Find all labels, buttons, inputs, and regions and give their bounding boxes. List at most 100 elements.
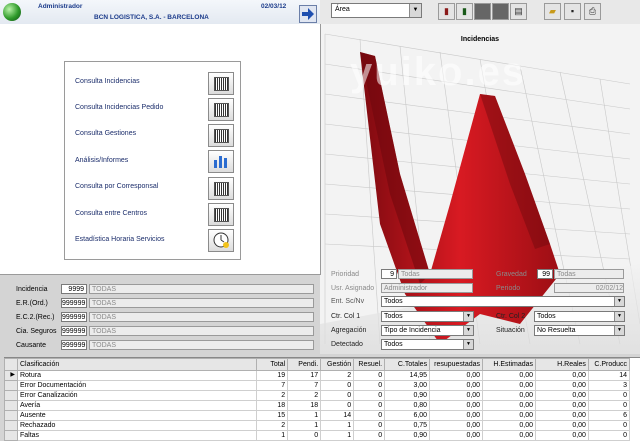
situacion-select[interactable]: No Resuelta ▼ xyxy=(534,325,625,336)
forward-arrow-button[interactable] xyxy=(299,5,317,23)
filter-label: Causante xyxy=(16,342,46,349)
toolbar-blank-button-1[interactable] xyxy=(474,3,491,20)
save-button[interactable]: ▪ xyxy=(564,3,581,20)
table-row[interactable]: Faltas 1 0 1 0 0,90 0,00 0,00 0,00 0 xyxy=(4,430,631,441)
menu-item-analisis-informes[interactable]: Análisis/Informes xyxy=(75,157,128,164)
column-header[interactable]: H.Reales xyxy=(535,358,589,371)
table-cell: 14 xyxy=(587,370,631,381)
table-cell: 0,00 xyxy=(482,390,537,401)
table-cell: 0 xyxy=(587,420,631,431)
filter-code[interactable]: 999999 xyxy=(61,326,87,336)
barcode-icon xyxy=(214,129,229,143)
current-row-indicator-icon: ▶ xyxy=(4,370,18,381)
detectado-select[interactable]: Todos ▼ xyxy=(381,339,474,350)
table-cell: 2 xyxy=(287,390,322,401)
table-row[interactable]: Error Documentación 7 7 0 0 3,00 0,00 0,00 0,00 3 xyxy=(4,380,631,391)
column-header[interactable]: Gestión xyxy=(320,358,355,371)
menu-button-consulta-gestiones[interactable] xyxy=(208,124,234,147)
barcode-icon xyxy=(214,103,229,117)
table-cell: 0,80 xyxy=(384,400,431,411)
chart-title: Incidencias xyxy=(461,36,499,43)
periodo-value[interactable]: 02/02/12 xyxy=(554,283,624,293)
menu-item-consulta-incidencias[interactable]: Consulta Incidencias xyxy=(75,78,140,85)
consultas-popup: Consulta Incidencias Consulta Incidencia… xyxy=(0,24,321,275)
table-cell: 0,00 xyxy=(429,370,484,381)
table-cell: 0,90 xyxy=(384,390,431,401)
header-company: BCN LOGISTICA, S.A. - BARCELONA xyxy=(94,14,209,21)
filter-desc: TODAS xyxy=(89,340,314,350)
printer-icon: ⎙ xyxy=(588,6,597,16)
chevron-down-icon: ▼ xyxy=(463,326,473,335)
table-cell: 6,00 xyxy=(384,410,431,421)
column-header[interactable]: Clasificación xyxy=(16,358,258,371)
periodo-label: Periodo xyxy=(496,285,521,292)
prioridad-code[interactable]: 9 xyxy=(381,269,397,279)
menu-button-analisis-informes[interactable] xyxy=(208,150,234,173)
menu-button-consulta-entre-centros[interactable] xyxy=(208,203,234,226)
situacion-select-value: No Resuelta xyxy=(537,327,576,334)
open-folder-button[interactable]: ▰ xyxy=(544,3,561,20)
filter-code[interactable]: 999999 xyxy=(61,312,87,322)
ctrcol2-label: Ctr. Col 2 xyxy=(496,313,526,320)
area-select[interactable]: Área ▼ xyxy=(331,3,422,18)
filter-code[interactable]: 999999 xyxy=(61,298,87,308)
bar-chart-icon: ▮ xyxy=(444,6,449,16)
table-cell: 0,00 xyxy=(429,410,484,421)
column-header[interactable]: resupuestadas xyxy=(429,358,484,371)
menu-item-consulta-entre-centros[interactable]: Consulta entre Centros xyxy=(75,210,147,217)
menu-button-consulta-corresponsal[interactable] xyxy=(208,177,234,200)
column-header[interactable]: Pendi. xyxy=(287,358,322,371)
table-cell: 0,00 xyxy=(482,410,537,421)
report-button[interactable]: ▤ xyxy=(510,3,527,20)
chart-type-button-2[interactable]: ▮ xyxy=(456,3,473,20)
table-cell: 6 xyxy=(587,410,631,421)
column-header[interactable]: Resuel. xyxy=(353,358,386,371)
column-header[interactable]: H.Estimadas xyxy=(482,358,537,371)
menu-item-consulta-corresponsal[interactable]: Consulta por Corresponsal xyxy=(75,183,158,190)
table-cell: Faltas xyxy=(16,430,258,441)
report-icon: ▤ xyxy=(514,6,523,16)
toolbar-blank-button-2[interactable] xyxy=(492,3,509,20)
ent-label: Ent. Sc/Nv xyxy=(331,298,365,305)
filter-code[interactable]: 9999 xyxy=(61,284,87,294)
row-indicator xyxy=(4,430,18,441)
table-row[interactable]: Rechazado 2 1 1 0 0,75 0,00 0,00 0,00 0 xyxy=(4,420,631,431)
table-cell: 0 xyxy=(320,380,355,391)
chart-type-button-1[interactable]: ▮ xyxy=(438,3,455,20)
menu-button-consulta-incidencias-pedido[interactable] xyxy=(208,98,234,121)
barcode-icon xyxy=(214,208,229,222)
column-header[interactable]: C.Producc xyxy=(587,358,631,371)
gravedad-code[interactable]: 99 xyxy=(537,269,553,279)
table-cell: 0,00 xyxy=(535,410,589,421)
table-cell: 0,00 xyxy=(535,420,589,431)
ctrcol1-select[interactable]: Todos ▼ xyxy=(381,311,474,322)
table-cell: Rechazado xyxy=(16,420,258,431)
menu-button-estadistica-horaria[interactable] xyxy=(208,229,234,252)
ctrcol2-select[interactable]: Todos ▼ xyxy=(534,311,625,322)
table-row[interactable]: Avería 18 18 0 0 0,80 0,00 0,00 0,00 0 xyxy=(4,400,631,411)
table-cell: 15 xyxy=(256,410,289,421)
table-cell: 2 xyxy=(320,370,355,381)
menu-button-consulta-incidencias[interactable] xyxy=(208,72,234,95)
table-cell: Rotura xyxy=(16,370,258,381)
agregacion-select[interactable]: Tipo de Incidencia ▼ xyxy=(381,325,474,336)
globe-logo-icon xyxy=(3,3,21,21)
menu-item-estadistica-horaria[interactable]: Estadística Horaria Servicios xyxy=(75,236,164,243)
table-row[interactable]: Error Canalización 2 2 0 0 0,90 0,00 0,00 0,00 0 xyxy=(4,390,631,401)
table-cell: 0 xyxy=(353,370,386,381)
print-button[interactable]: ⎙ xyxy=(584,3,601,20)
table-row[interactable]: Ausente 15 1 14 0 6,00 0,00 0,00 0,00 6 xyxy=(4,410,631,421)
ent-select[interactable]: Todos ▼ xyxy=(381,296,625,307)
column-header[interactable]: Total xyxy=(256,358,289,371)
column-header[interactable]: C.Totales xyxy=(384,358,431,371)
filter-code[interactable]: 999999 xyxy=(61,340,87,350)
menu-item-consulta-gestiones[interactable]: Consulta Gestiones xyxy=(75,130,136,137)
barcode-icon xyxy=(214,182,229,196)
table-cell: 14 xyxy=(320,410,355,421)
table-cell: 1 xyxy=(320,430,355,441)
table-row[interactable]: ▶ Rotura 19 17 2 0 14,95 0,00 0,00 0,00 14 xyxy=(4,370,631,381)
agregacion-select-value: Tipo de Incidencia xyxy=(384,327,441,334)
menu-item-consulta-incidencias-pedido[interactable]: Consulta Incidencias Pedido xyxy=(75,104,163,111)
chevron-down-icon: ▼ xyxy=(614,326,624,335)
table-cell: 0 xyxy=(353,400,386,411)
